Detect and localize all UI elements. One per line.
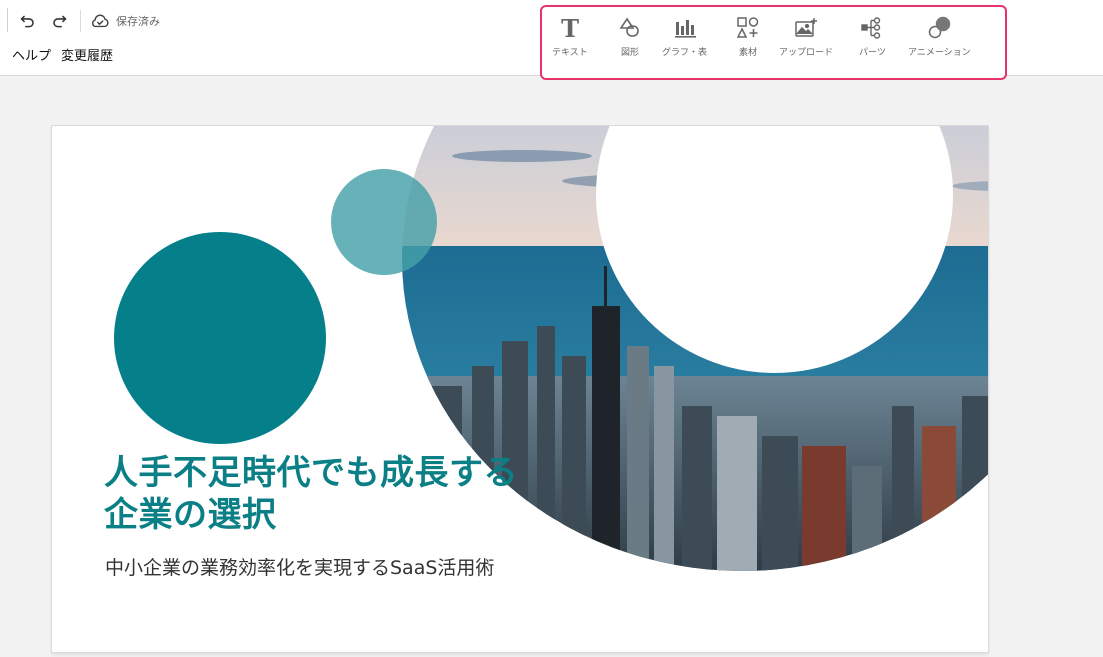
svg-text:T: T [561, 16, 579, 40]
slide-subtitle[interactable]: 中小企業の業務効率化を実現するSaaS活用術 [105, 553, 494, 580]
tool-text[interactable]: T テキスト [552, 15, 588, 58]
teal-large-circle[interactable] [114, 232, 326, 444]
elements-icon [735, 15, 761, 41]
menu-bar: ヘルプ 変更履歴 [12, 45, 113, 64]
undo-icon[interactable] [16, 10, 38, 32]
chart-icon [672, 15, 698, 41]
tool-chart[interactable]: グラフ・表 [662, 15, 707, 58]
parts-icon [859, 15, 885, 41]
animation-icon [926, 15, 952, 41]
cloud-check-icon [90, 11, 110, 31]
slide-title[interactable]: 人手不足時代でも成長する企業の選択 [104, 452, 544, 536]
teal-small-circle[interactable] [331, 169, 437, 275]
tool-label: パーツ [859, 48, 886, 58]
tool-shape[interactable]: 図形 [617, 15, 643, 58]
shape-icon [617, 15, 643, 41]
menu-help[interactable]: ヘルプ [12, 45, 51, 64]
top-toolbar: 保存済み ヘルプ 変更履歴 T テキスト 図形 グラフ・表 素材 アップロード … [0, 0, 1103, 80]
tool-upload[interactable]: アップロード [779, 15, 833, 58]
toolbar-separator [80, 10, 81, 32]
tool-label: テキスト [552, 48, 588, 58]
tool-label: 図形 [620, 48, 639, 58]
tool-parts[interactable]: パーツ [859, 15, 886, 58]
tool-label: アニメーション [908, 48, 971, 58]
slide-canvas[interactable]: 人手不足時代でも成長する企業の選択 中小企業の業務効率化を実現するSaaS活用術 [52, 126, 988, 652]
tool-palette: T テキスト 図形 グラフ・表 素材 アップロード パーツ アニメーション [540, 5, 1007, 80]
text-icon: T [557, 15, 583, 41]
tool-label: 素材 [738, 48, 757, 58]
divider [7, 8, 8, 32]
upload-image-icon [793, 15, 819, 41]
tool-label: グラフ・表 [662, 48, 708, 58]
redo-icon[interactable] [48, 10, 70, 32]
menu-history[interactable]: 変更履歴 [61, 45, 113, 64]
save-status: 保存済み [116, 15, 160, 28]
tool-elements[interactable]: 素材 [735, 15, 761, 58]
tool-animation[interactable]: アニメーション [908, 15, 971, 58]
tool-label: アップロード [779, 48, 834, 58]
